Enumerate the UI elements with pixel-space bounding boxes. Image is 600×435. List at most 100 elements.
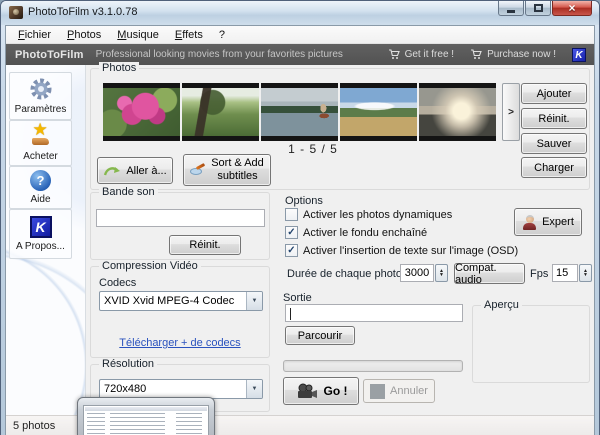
expert-person-icon <box>522 215 537 230</box>
text-caret <box>290 308 291 320</box>
sidebar-item-label: A Propos... <box>16 241 65 252</box>
help-icon: ? <box>30 170 51 191</box>
aller-a-button[interactable]: Aller à... <box>97 157 173 184</box>
photo-thumbnail-4[interactable] <box>340 83 417 141</box>
photo-thumbnail-1[interactable] <box>103 83 180 141</box>
photo-thumbnail-2[interactable] <box>182 83 259 141</box>
apercu-label: Aperçu <box>481 299 522 311</box>
compat-audio-button[interactable]: Compat. audio <box>454 263 525 284</box>
compression-video-group: Compression Vidéo Codecs XVID Xvid MPEG-… <box>90 266 270 358</box>
window-title: PhotoToFilm v3.1.0.78 <box>28 6 137 18</box>
background-window-content <box>83 405 209 435</box>
charger-button[interactable]: Charger <box>521 157 587 178</box>
bande-son-label: Bande son <box>99 186 158 198</box>
sidebar-item-parametres[interactable]: Paramètres <box>9 72 72 120</box>
resolution-label: Résolution <box>99 358 157 370</box>
checkbox-icon <box>285 208 298 221</box>
menu-musique[interactable]: Musique <box>109 29 167 41</box>
purchase-now-link[interactable]: Purchase now ! <box>470 49 556 60</box>
cart-icon <box>470 49 483 60</box>
progress-bar <box>283 360 463 372</box>
checkbox-photos-dynamiques[interactable]: Activer les photos dynamiques <box>285 208 452 221</box>
stop-square-icon <box>370 384 385 399</box>
banner-tagline: Professional looking movies from your fa… <box>96 49 343 60</box>
output-path-input[interactable] <box>285 304 463 322</box>
bande-son-group: Bande son Réinit. <box>90 192 270 260</box>
sidebar-item-aide[interactable]: ? Aide <box>9 166 72 209</box>
parcourir-button[interactable]: Parcourir <box>285 326 355 345</box>
expert-button[interactable]: Expert <box>514 208 582 236</box>
app-icon <box>9 6 23 19</box>
promo-banner: PhotoToFilm Professional looking movies … <box>6 44 594 65</box>
sidebar-item-label: Paramètres <box>15 104 67 115</box>
status-text: 5 photos <box>13 420 55 432</box>
reinit-soundtrack-button[interactable]: Réinit. <box>169 235 241 255</box>
soundtrack-input[interactable] <box>96 209 265 227</box>
get-it-free-label: Get it free ! <box>405 49 454 60</box>
sidebar-item-a-propos[interactable]: K A Propos... <box>9 209 72 259</box>
sidebar-item-label: Acheter <box>23 151 57 162</box>
kc-softwares-logo-icon[interactable]: K <box>572 48 586 62</box>
next-photos-button[interactable]: > <box>502 83 520 141</box>
banner-brand: PhotoToFilm <box>15 49 84 61</box>
resolution-dropdown[interactable]: 720x480 ▼ <box>99 379 263 399</box>
checkbox-icon: ✓ <box>285 244 298 257</box>
menu-fichier[interactable]: Fichier <box>10 29 59 41</box>
sidebar-item-label: Aide <box>30 194 50 205</box>
fps-label: Fps : <box>530 268 554 280</box>
photos-group: Photos > 1 - 5 / 5 Ajouter Réinit. Sauve… <box>90 68 590 190</box>
gear-icon <box>29 77 53 101</box>
cart-icon <box>388 49 401 60</box>
duration-spinner[interactable]: ▲▼ <box>435 264 448 282</box>
go-button[interactable]: Go ! <box>283 377 359 405</box>
apercu-group: Aperçu <box>472 305 590 383</box>
fps-input[interactable] <box>552 264 578 282</box>
checkbox-icon: ✓ <box>285 226 298 239</box>
menu-photos[interactable]: Photos <box>59 29 109 41</box>
maximize-icon <box>534 4 543 12</box>
chevron-right-icon: > <box>508 107 514 118</box>
checkbox-texte-osd[interactable]: ✓ Activer l'insertion de texte sur l'ima… <box>285 244 518 257</box>
ajouter-button[interactable]: Ajouter <box>521 83 587 104</box>
minimize-button[interactable] <box>498 1 524 16</box>
photo-thumbnail-3[interactable] <box>261 83 338 141</box>
kc-logo-icon: K <box>30 216 52 238</box>
get-it-free-link[interactable]: Get it free ! <box>388 49 454 60</box>
sidebar: Paramètres ★ Acheter ? Aide K A Propos..… <box>6 65 86 415</box>
fps-spinner[interactable]: ▲▼ <box>579 264 592 282</box>
sort-add-subtitles-button[interactable]: Sort & Addsubtitles <box>183 154 271 186</box>
menu-help[interactable]: ? <box>211 29 233 41</box>
compression-video-label: Compression Vidéo <box>99 260 201 272</box>
options-label: Options <box>285 195 323 207</box>
annuler-button[interactable]: Annuler <box>363 379 435 403</box>
purchase-now-label: Purchase now ! <box>487 49 556 60</box>
download-codecs-link[interactable]: Télécharger + de codecs <box>91 337 269 349</box>
background-window-thumbnail[interactable] <box>77 397 215 435</box>
star-hand-icon: ★ <box>29 124 53 148</box>
photos-group-label: Photos <box>99 62 139 74</box>
maximize-button[interactable] <box>525 1 551 16</box>
menu-effets[interactable]: Effets <box>167 29 211 41</box>
menu-bar: Fichier Photos Musique Effets ? <box>6 26 594 44</box>
sort-pencil-icon <box>190 164 206 176</box>
duration-input[interactable] <box>400 264 434 282</box>
chevron-down-icon: ▼ <box>246 292 262 310</box>
photo-counter: 1 - 5 / 5 <box>107 142 519 156</box>
main-panel: Photos > 1 - 5 / 5 Ajouter Réinit. Sauve… <box>86 65 598 415</box>
chevron-down-icon: ▼ <box>246 380 262 398</box>
movie-camera-icon <box>295 383 319 399</box>
reinit-photos-button[interactable]: Réinit. <box>521 108 587 129</box>
green-arrow-icon <box>103 165 121 177</box>
minimize-icon <box>507 10 515 13</box>
title-bar[interactable]: PhotoToFilm v3.1.0.78 × <box>1 1 599 25</box>
phototofilm-window: PhotoToFilm v3.1.0.78 × Fichier Photos M… <box>0 0 600 435</box>
photo-thumbnail-5[interactable] <box>419 83 496 141</box>
close-button[interactable]: × <box>552 1 592 16</box>
sortie-label: Sortie <box>283 292 312 304</box>
codec-dropdown[interactable]: XVID Xvid MPEG-4 Codec ▼ <box>99 291 263 311</box>
checkbox-fondu-enchaine[interactable]: ✓ Activer le fondu enchaîné <box>285 226 427 239</box>
sidebar-item-acheter[interactable]: ★ Acheter <box>9 120 72 166</box>
close-icon: × <box>568 2 575 14</box>
codecs-label: Codecs <box>99 277 136 289</box>
sauver-button[interactable]: Sauver <box>521 133 587 154</box>
